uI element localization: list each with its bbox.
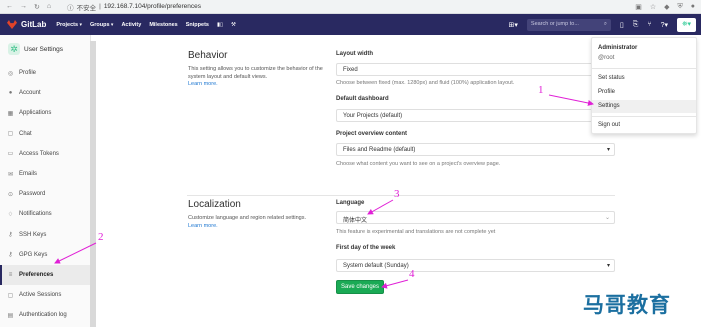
- arrow-2: [54, 242, 97, 264]
- annotation-3: 3: [394, 188, 400, 200]
- annotation-4: 4: [409, 268, 415, 280]
- arrow-1: [548, 94, 594, 106]
- arrow-4: [381, 279, 409, 289]
- annotation-2: 2: [98, 231, 104, 243]
- annotation-arrows: [54, 94, 594, 289]
- watermark-logo: 马哥教育: [583, 294, 671, 317]
- annotation-1: 1: [538, 84, 544, 96]
- arrow-3: [367, 199, 394, 215]
